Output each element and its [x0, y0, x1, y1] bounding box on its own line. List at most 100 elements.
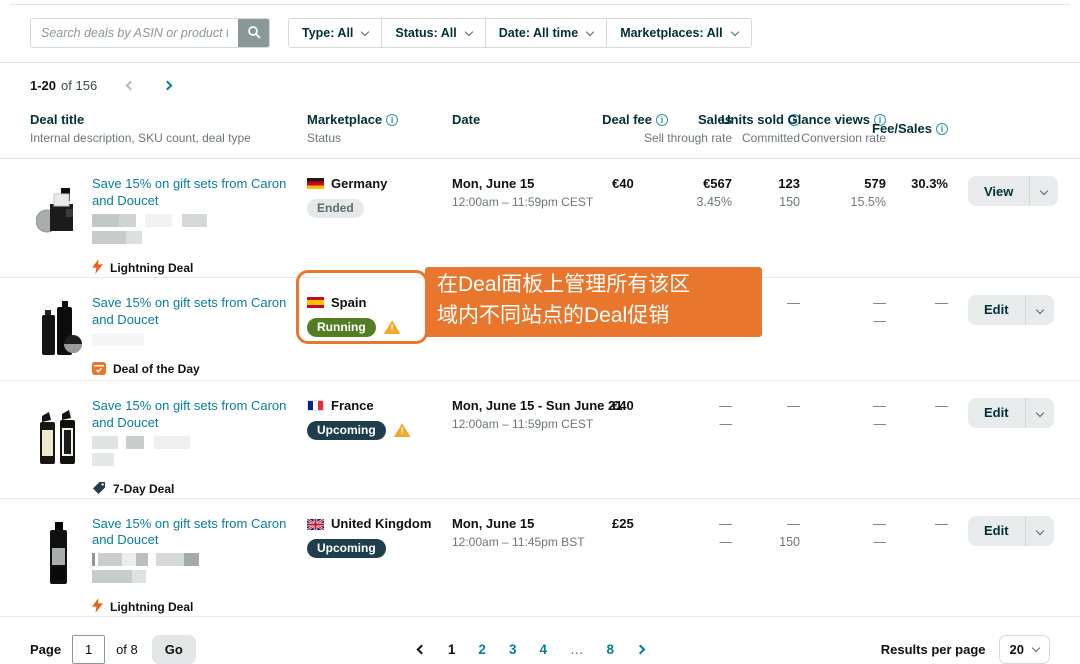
search-input[interactable]	[31, 19, 238, 47]
results-prev-button[interactable]	[127, 82, 134, 89]
table-row: Save 15% on gift sets from Caron and Dou…	[0, 159, 1080, 278]
redacted-description	[92, 453, 293, 466]
results-per-page-select[interactable]: 20	[999, 635, 1050, 664]
edit-button[interactable]: Edit	[968, 516, 1025, 546]
edit-button[interactable]: Edit	[968, 398, 1025, 428]
date-line1: Mon, June 15	[452, 516, 604, 531]
status-badge: Ended	[307, 199, 364, 218]
units-sold-cell: 123 150	[732, 176, 800, 209]
sales-cell: — —	[668, 516, 732, 549]
chevron-down-icon	[1032, 644, 1040, 652]
table-row: Save 15% on gift sets from Caron and Dou…	[0, 278, 1080, 381]
chevron-down-icon	[586, 27, 594, 35]
table-row: Save 15% on gift sets from Caron and Dou…	[0, 381, 1080, 499]
chevron-down-icon	[1035, 526, 1043, 534]
deal-title-link[interactable]: Save 15% on gift sets from Caron and Dou…	[92, 398, 293, 432]
fee-sales-cell: —	[886, 398, 948, 413]
deal-title-link[interactable]: Save 15% on gift sets from Caron and Dou…	[92, 176, 293, 210]
filter-status-label: Status: All	[395, 26, 456, 40]
filter-marketplaces[interactable]: Marketplaces: All	[607, 19, 750, 47]
marketplace-cell: France Upcoming	[307, 398, 452, 440]
status-badge: Upcoming	[307, 539, 386, 558]
pagination-footer: Page of 8 Go 1 2 3 4 … 8 Results per pag…	[30, 617, 1050, 664]
filter-date-label: Date: All time	[499, 26, 578, 40]
lightning-icon	[92, 259, 103, 277]
conversion-rate-value: —	[874, 417, 887, 431]
units-sold-value: —	[787, 516, 800, 531]
prev-page-button[interactable]	[418, 646, 425, 653]
france-flag-icon	[307, 400, 324, 411]
deal-title-link[interactable]: Save 15% on gift sets from Caron and Dou…	[92, 516, 293, 550]
glance-views-cell: — —	[800, 398, 886, 431]
deal-title-link[interactable]: Save 15% on gift sets from Caron and Dou…	[92, 295, 293, 329]
date-line2: 12:00am – 11:59pm CEST	[452, 195, 604, 209]
country-label: France	[331, 398, 374, 413]
filter-date[interactable]: Date: All time	[486, 19, 607, 47]
sales-value: €567	[703, 176, 732, 191]
filter-type-label: Type: All	[302, 26, 353, 40]
page-number-3[interactable]: 3	[509, 642, 517, 657]
marketplace-header-sub: Status	[307, 131, 452, 145]
status-badge: Upcoming	[307, 421, 386, 440]
glance-views-cell: — —	[800, 295, 886, 328]
sell-through-rate-value: 3.45%	[697, 195, 732, 209]
deal-type-label: Deal of the Day	[113, 362, 200, 376]
status-badge: Running	[307, 318, 376, 337]
search-button[interactable]	[238, 19, 269, 47]
next-page-button[interactable]	[637, 646, 644, 653]
conversion-rate-value: —	[874, 535, 887, 549]
deal-title-cell: Save 15% on gift sets from Caron and Dou…	[92, 516, 307, 617]
view-button[interactable]: View	[968, 176, 1029, 206]
info-icon[interactable]	[936, 123, 948, 135]
spain-flag-icon	[307, 297, 324, 308]
chevron-left-icon	[126, 81, 136, 91]
go-button[interactable]: Go	[152, 635, 196, 664]
units-sold-header-label: Units sold	[721, 112, 784, 127]
redacted-description	[92, 333, 293, 346]
edit-button[interactable]: Edit	[968, 295, 1025, 325]
page-number-8[interactable]: 8	[606, 642, 614, 657]
product-thumbnail	[36, 297, 92, 372]
deal-type-label: Lightning Deal	[110, 261, 193, 275]
column-header-deal-title: Deal title Internal description, SKU cou…	[30, 112, 307, 145]
page-total-label: of 8	[116, 642, 138, 657]
page-number-input[interactable]	[72, 635, 105, 664]
page-number-4[interactable]: 4	[539, 642, 547, 657]
filter-toolbar: Type: All Status: All Date: All time Mar…	[30, 18, 1050, 48]
sales-value: —	[719, 398, 732, 413]
redacted-description	[92, 553, 293, 566]
results-bar: 1-20 of 156	[30, 78, 1050, 93]
page-number-1[interactable]: 1	[448, 642, 456, 657]
page-number-2[interactable]: 2	[478, 642, 486, 657]
date-line1: Mon, June 15 - Sun June 21	[452, 398, 604, 413]
warning-triangle-icon	[394, 423, 411, 437]
deal-fee-cell: £25	[604, 516, 668, 531]
page-ellipsis: …	[570, 642, 584, 657]
table-row: Save 15% on gift sets from Caron and Dou…	[0, 499, 1080, 618]
deal-title-header-sub: Internal description, SKU count, deal ty…	[30, 131, 307, 145]
info-icon[interactable]	[656, 114, 668, 126]
date-line2: 12:00am – 11:45pm BST	[452, 535, 604, 549]
marketplace-cell: Germany Ended	[307, 176, 452, 218]
actions-cell: Edit	[948, 295, 1054, 325]
action-dropdown-button[interactable]	[1025, 516, 1054, 546]
tag-icon	[92, 481, 106, 498]
conversion-rate-value: 15.5%	[851, 195, 886, 209]
filter-type[interactable]: Type: All	[289, 19, 382, 47]
results-next-button[interactable]	[164, 82, 171, 89]
chevron-right-icon	[163, 81, 173, 91]
date-line1: Mon, June 15	[452, 176, 604, 191]
results-per-page: Results per page 20	[881, 635, 1050, 664]
sales-cell	[668, 295, 732, 299]
action-dropdown-button[interactable]	[1029, 176, 1058, 206]
info-icon[interactable]	[386, 114, 398, 126]
deal-fee-cell: €40	[604, 398, 668, 413]
product-thumbnail	[36, 178, 92, 253]
deal-title-cell: Save 15% on gift sets from Caron and Dou…	[92, 176, 307, 277]
action-dropdown-button[interactable]	[1025, 295, 1054, 325]
action-dropdown-button[interactable]	[1025, 398, 1054, 428]
deal-fee-header-label: Deal fee	[602, 112, 652, 127]
sell-through-rate-value: —	[720, 417, 733, 431]
filter-status[interactable]: Status: All	[382, 19, 485, 47]
lightning-icon	[92, 598, 103, 616]
